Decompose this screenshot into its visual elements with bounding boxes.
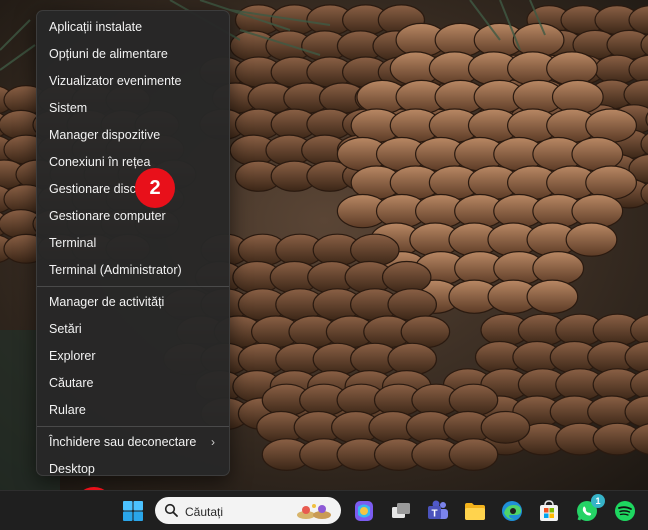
menu-item-installed-apps[interactable]: Aplicații instalate [37,14,229,41]
menu-item-shutdown-signout[interactable]: Închidere sau deconectare › [37,429,229,456]
cone-scale [526,279,579,314]
spotify-icon[interactable] [613,499,637,523]
step-badge-2: 2 [135,168,175,208]
taskbar: T [0,490,648,530]
cone-scale [448,438,499,472]
menu-item-event-viewer[interactable]: Vizualizator evenimente [37,68,229,95]
menu-item-run[interactable]: Rulare [37,397,229,424]
menu-item-file-explorer[interactable]: Explorer [37,343,229,370]
menu-item-computer-management[interactable]: Gestionare computer [37,203,229,230]
cone-scale [512,22,565,58]
menu-item-power-options[interactable]: Opțiuni de alimentare [37,41,229,68]
start-context-menu: Aplicații instalate Opțiuni de alimentar… [36,10,230,476]
chevron-right-icon: › [211,435,215,449]
whatsapp-notification-badge: 1 [591,494,605,508]
start-icon[interactable] [121,499,145,523]
menu-item-terminal[interactable]: Terminal [37,230,229,257]
cone-scale [387,342,438,376]
search-icon [164,503,178,517]
menu-divider [37,426,229,427]
menu-item-device-manager[interactable]: Manager dispozitive [37,122,229,149]
task-view-icon[interactable] [389,499,413,523]
edge-icon[interactable] [500,499,524,523]
menu-item-system[interactable]: Sistem [37,95,229,122]
menu-item-desktop[interactable]: Desktop [37,456,229,483]
menu-item-network-connections[interactable]: Conexiuni în rețea [37,149,229,176]
cone-scale [532,251,585,286]
file-explorer-icon[interactable] [463,499,487,523]
taskbar-search-box[interactable] [155,497,341,524]
cone-scale [565,222,618,257]
menu-item-terminal-admin[interactable]: Terminal (Administrator) [37,257,229,284]
teams-icon[interactable]: T [426,499,450,523]
cone-scale [546,51,598,86]
menu-item-task-manager[interactable]: Manager de activități [37,289,229,316]
search-input[interactable] [183,501,297,522]
cone-scale [480,410,531,444]
cone-scale [400,315,451,349]
cone-scale [448,383,499,417]
menu-item-search[interactable]: Căutare [37,370,229,397]
copilot-icon[interactable] [352,499,376,523]
menu-item-label: Închidere sau deconectare [49,435,197,449]
cone-scale [349,233,400,267]
cone-scale [551,79,604,115]
search-highlight-icon [297,504,331,519]
microsoft-store-icon[interactable] [537,499,561,523]
menu-item-disk-management[interactable]: Gestionare disc [37,176,229,203]
svg-text:T: T [431,509,437,520]
menu-divider [37,286,229,287]
cone-scale [571,193,624,229]
menu-item-settings[interactable]: Setări [37,316,229,343]
cone-scale [381,260,432,294]
